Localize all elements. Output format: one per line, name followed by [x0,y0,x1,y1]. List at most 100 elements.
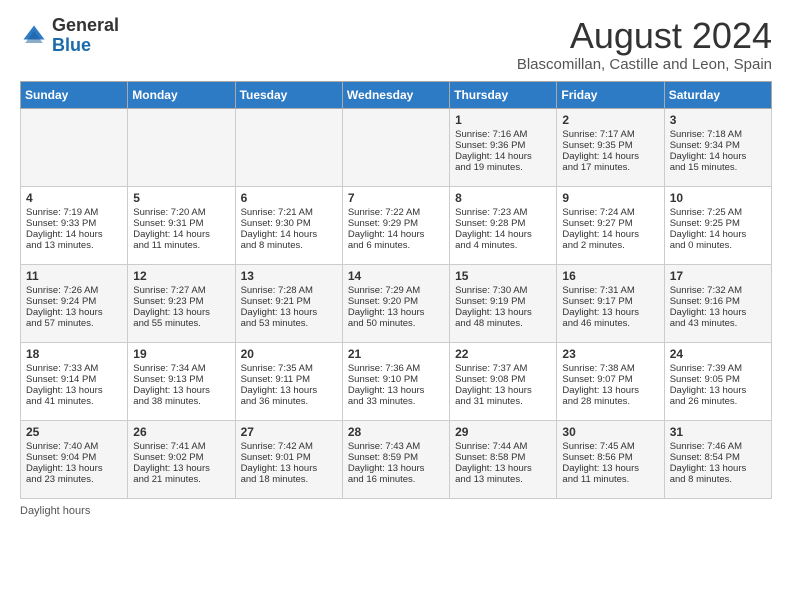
day-number: 11 [26,269,123,283]
day-info-line: Sunrise: 7:17 AM [562,129,659,140]
page: General Blue August 2024 Blascomillan, C… [0,0,792,527]
day-number: 31 [670,425,767,439]
day-number: 10 [670,191,767,205]
day-info-line: Sunrise: 7:41 AM [133,441,230,452]
day-info-line: Daylight: 13 hours [455,385,552,396]
day-info-line: Sunset: 9:11 PM [241,374,338,385]
day-info-line: Sunset: 9:17 PM [562,296,659,307]
calendar-cell [128,108,235,186]
title-block: August 2024 Blascomillan, Castille and L… [517,16,772,73]
day-info-line: Sunset: 9:25 PM [670,218,767,229]
day-info-line: Daylight: 14 hours [562,151,659,162]
day-info-line: Sunrise: 7:31 AM [562,285,659,296]
calendar-cell: 5Sunrise: 7:20 AMSunset: 9:31 PMDaylight… [128,186,235,264]
day-info-line: and 11 minutes. [133,240,230,251]
day-info-line: Daylight: 14 hours [26,229,123,240]
day-info-line: Daylight: 14 hours [133,229,230,240]
day-info-line: Daylight: 13 hours [562,463,659,474]
calendar-cell: 14Sunrise: 7:29 AMSunset: 9:20 PMDayligh… [342,264,449,342]
day-info-line: Sunset: 8:56 PM [562,452,659,463]
day-info-line: Sunrise: 7:46 AM [670,441,767,452]
day-info-line: Sunset: 9:02 PM [133,452,230,463]
day-info-line: Sunset: 9:08 PM [455,374,552,385]
calendar-cell: 20Sunrise: 7:35 AMSunset: 9:11 PMDayligh… [235,342,342,420]
day-info-line: Daylight: 13 hours [562,307,659,318]
calendar-day-header: Friday [557,81,664,108]
day-info-line: and 23 minutes. [26,474,123,485]
day-info-line: and 50 minutes. [348,318,445,329]
day-info-line: Sunrise: 7:40 AM [26,441,123,452]
day-info-line: Daylight: 13 hours [670,385,767,396]
calendar-cell [21,108,128,186]
calendar-cell: 10Sunrise: 7:25 AMSunset: 9:25 PMDayligh… [664,186,771,264]
calendar-cell: 30Sunrise: 7:45 AMSunset: 8:56 PMDayligh… [557,420,664,498]
day-info-line: Sunrise: 7:34 AM [133,363,230,374]
day-info-line: Sunset: 9:30 PM [241,218,338,229]
day-info-line: Sunset: 9:14 PM [26,374,123,385]
day-info-line: Sunset: 9:28 PM [455,218,552,229]
day-info-line: Daylight: 13 hours [26,307,123,318]
day-number: 1 [455,113,552,127]
day-info-line: Sunrise: 7:20 AM [133,207,230,218]
day-number: 22 [455,347,552,361]
day-info-line: Sunrise: 7:35 AM [241,363,338,374]
day-info-line: and 46 minutes. [562,318,659,329]
day-info-line: Sunset: 8:58 PM [455,452,552,463]
day-info-line: Daylight: 13 hours [348,307,445,318]
calendar-week-row: 11Sunrise: 7:26 AMSunset: 9:24 PMDayligh… [21,264,772,342]
day-info-line: Sunrise: 7:32 AM [670,285,767,296]
calendar-cell: 22Sunrise: 7:37 AMSunset: 9:08 PMDayligh… [450,342,557,420]
calendar-cell: 8Sunrise: 7:23 AMSunset: 9:28 PMDaylight… [450,186,557,264]
day-number: 26 [133,425,230,439]
calendar-cell: 15Sunrise: 7:30 AMSunset: 9:19 PMDayligh… [450,264,557,342]
day-info-line: Sunrise: 7:39 AM [670,363,767,374]
day-info-line: and 57 minutes. [26,318,123,329]
day-info-line: Daylight: 13 hours [241,463,338,474]
calendar-cell: 4Sunrise: 7:19 AMSunset: 9:33 PMDaylight… [21,186,128,264]
daylight-label: Daylight hours [20,505,90,517]
day-info-line: and 48 minutes. [455,318,552,329]
calendar-header-row: SundayMondayTuesdayWednesdayThursdayFrid… [21,81,772,108]
day-info-line: Sunrise: 7:27 AM [133,285,230,296]
day-info-line: Daylight: 14 hours [670,151,767,162]
calendar-cell: 24Sunrise: 7:39 AMSunset: 9:05 PMDayligh… [664,342,771,420]
calendar-cell: 12Sunrise: 7:27 AMSunset: 9:23 PMDayligh… [128,264,235,342]
day-info-line: Sunrise: 7:42 AM [241,441,338,452]
day-info-line: Sunrise: 7:30 AM [455,285,552,296]
day-info-line: Daylight: 14 hours [241,229,338,240]
calendar-cell: 31Sunrise: 7:46 AMSunset: 8:54 PMDayligh… [664,420,771,498]
day-info-line: Sunrise: 7:19 AM [26,207,123,218]
calendar-cell: 17Sunrise: 7:32 AMSunset: 9:16 PMDayligh… [664,264,771,342]
day-info-line: and 6 minutes. [348,240,445,251]
day-info-line: and 31 minutes. [455,396,552,407]
day-number: 15 [455,269,552,283]
logo-text: General Blue [52,16,119,56]
calendar-cell: 27 Sunrise: 7:42 AMSunset: 9:01 PMDayligh… [235,420,342,498]
calendar-cell: 19Sunrise: 7:34 AMSunset: 9:13 PMDayligh… [128,342,235,420]
calendar-day-header: Saturday [664,81,771,108]
day-number: 9 [562,191,659,205]
day-number: 4 [26,191,123,205]
calendar-cell: 3Sunrise: 7:18 AMSunset: 9:34 PMDaylight… [664,108,771,186]
calendar-day-header: Thursday [450,81,557,108]
day-number: 28 [348,425,445,439]
day-info-line: and 33 minutes. [348,396,445,407]
day-info-line: Sunrise: 7:16 AM [455,129,552,140]
day-number: 2 [562,113,659,127]
calendar-day-header: Tuesday [235,81,342,108]
day-info-line: Sunrise: 7:38 AM [562,363,659,374]
day-number: 3 [670,113,767,127]
day-info-line: Sunrise: 7:24 AM [562,207,659,218]
day-info-line: Sunset: 9:20 PM [348,296,445,307]
logo-general-text: General [52,16,119,36]
calendar-cell [342,108,449,186]
day-info-line: Sunrise: 7:45 AM [562,441,659,452]
day-number: 5 [133,191,230,205]
calendar-cell: 23Sunrise: 7:38 AMSunset: 9:07 PMDayligh… [557,342,664,420]
day-number: 12 [133,269,230,283]
day-info-line: Sunrise: 7:43 AM [348,441,445,452]
day-info-line: Sunset: 9:29 PM [348,218,445,229]
day-info-line: Sunset: 9:01 PM [241,452,338,463]
day-number: 27 [241,425,338,439]
day-info-line: and 21 minutes. [133,474,230,485]
